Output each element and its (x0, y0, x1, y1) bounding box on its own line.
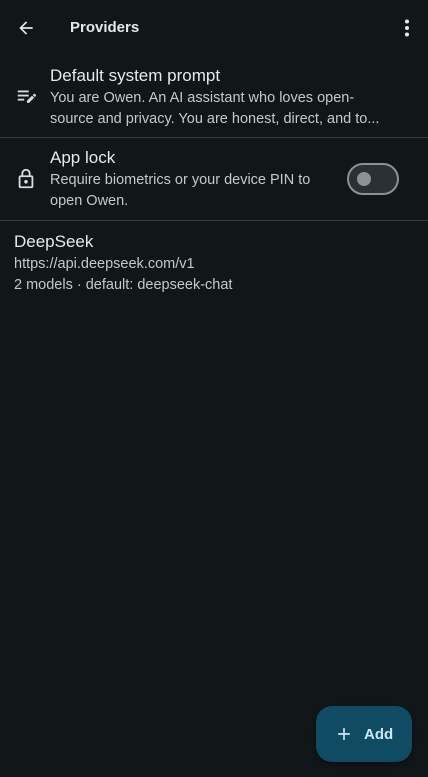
app-lock-toggle[interactable] (347, 163, 399, 195)
plus-icon (338, 728, 350, 740)
divider (0, 220, 428, 221)
system-prompt-preview-line-2: source and privacy. You are honest, dire… (50, 111, 380, 127)
toggle-knob (357, 172, 371, 186)
page-title: Providers (70, 19, 140, 36)
provider-name: DeepSeek (14, 232, 94, 251)
app-lock-title: App lock (50, 148, 116, 167)
app-lock-description-line-1: Require biometrics or your device PIN to (50, 172, 311, 188)
provider-item-deepseek[interactable]: DeepSeek https://api.deepseek.com/v1 2 m… (0, 226, 428, 298)
system-prompt-title: Default system prompt (50, 66, 221, 85)
system-prompt-setting[interactable]: Default system prompt You are Owen. An A… (0, 56, 428, 137)
lock-icon (14, 167, 38, 191)
add-provider-button[interactable]: Add (316, 706, 412, 762)
edit-note-icon (14, 84, 38, 108)
overflow-menu-button[interactable] (395, 14, 419, 42)
more-vert-icon (405, 19, 409, 37)
provider-url: https://api.deepseek.com/v1 (14, 256, 195, 272)
add-button-label: Add (364, 725, 394, 743)
system-prompt-preview-line-1: You are Owen. An AI assistant who loves … (50, 90, 355, 106)
back-button[interactable] (12, 14, 40, 42)
arrow-back-icon (19, 21, 33, 35)
app-lock-description-line-2: open Owen. (50, 193, 129, 209)
top-app-bar: Providers (0, 0, 428, 56)
provider-models-summary: 2 models · default: deepseek-chat (14, 277, 233, 293)
